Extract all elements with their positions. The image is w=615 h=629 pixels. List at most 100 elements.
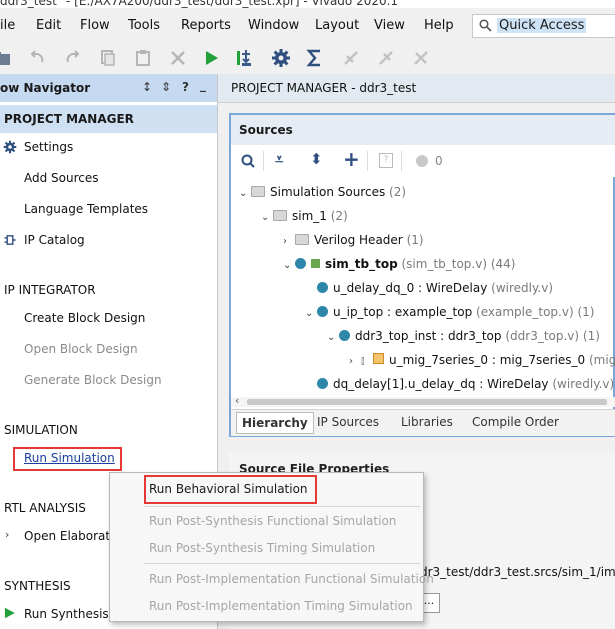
run-icon[interactable]	[201, 48, 221, 68]
module-icon	[317, 282, 328, 293]
menu-tools[interactable]: Tools	[128, 18, 160, 33]
menu-flow[interactable]: Flow	[80, 18, 110, 33]
menu-bar: ile Edit Flow Tools Reports Window Layou…	[0, 8, 615, 43]
chevron-down-icon[interactable]: ⌄	[305, 308, 317, 319]
nav-ip-catalog[interactable]: IP Catalog	[24, 233, 85, 247]
tab-compile-order[interactable]: Compile Order	[472, 415, 559, 429]
tree-row[interactable]: ⌄ sim_tb_top (sim_tb_top.v) (44)	[283, 257, 515, 271]
undo-icon[interactable]	[28, 48, 48, 68]
project-manager-title: PROJECT MANAGER - ddr3_test	[231, 81, 417, 95]
project-manager-bar: PROJECT MANAGER - ddr3_test	[218, 74, 615, 103]
chevron-down-icon[interactable]: ⌄	[261, 212, 273, 223]
help-icon[interactable]: ?	[182, 80, 189, 94]
chevron-down-icon[interactable]: ⌄	[327, 332, 339, 343]
menu-layout[interactable]: Layout	[315, 18, 359, 33]
menu-run-behavioral-simulation[interactable]: Run Behavioral Simulation	[149, 482, 308, 496]
sources-header: Sources	[231, 115, 615, 145]
top-module-icon	[311, 259, 320, 268]
menu-view[interactable]: View	[374, 18, 405, 33]
copy-icon[interactable]	[98, 48, 118, 68]
nav-open-elaborated[interactable]: Open Elaborate	[24, 529, 117, 543]
disabled-2-icon[interactable]	[376, 48, 396, 68]
chevron-down-icon[interactable]: ⌄	[239, 188, 251, 199]
tree-row[interactable]: dq_delay[1].u_delay_dq : WireDelay (wire…	[317, 377, 614, 391]
tree-row[interactable]: ›⫾u_mig_7series_0 : mig_7series_0 (mig_	[349, 353, 615, 368]
ip-core-icon	[373, 353, 384, 364]
nav-simulation[interactable]: SIMULATION	[4, 423, 78, 437]
tree-row[interactable]: › Verilog Header (1)	[283, 233, 424, 247]
menu-run-post-implementation-functional[interactable]: Run Post-Implementation Functional Simul…	[149, 572, 434, 586]
tab-hierarchy[interactable]: Hierarchy	[236, 412, 314, 434]
quick-access-placeholder: Quick Access	[497, 18, 587, 33]
scrollbar-thumb[interactable]	[247, 399, 607, 405]
nav-open-block-design[interactable]: Open Block Design	[24, 342, 138, 356]
window-title-path: - [E:/AX7A200/ddr3_test/ddr3_test.xpr] -…	[66, 0, 399, 8]
sources-toolbar: ⩡ ⬍ + ? 0	[231, 145, 615, 177]
nav-add-sources[interactable]: Add Sources	[24, 171, 99, 185]
chevron-right-icon[interactable]: ›	[349, 356, 361, 367]
gear-icon	[3, 140, 17, 154]
nav-language-templates[interactable]: Language Templates	[24, 202, 148, 216]
window-title: ddr3_test	[0, 0, 57, 8]
menu-edit[interactable]: Edit	[36, 18, 61, 33]
delete-icon[interactable]	[168, 48, 188, 68]
menu-run-post-synthesis-functional[interactable]: Run Post-Synthesis Functional Simulation	[149, 514, 396, 528]
flow-navigator-header: ow Navigator ↕ ⇕ ? _	[0, 74, 217, 102]
menu-run-post-synthesis-timing[interactable]: Run Post-Synthesis Timing Simulation	[149, 541, 375, 555]
horizontal-scrollbar[interactable]: ‹	[231, 394, 615, 407]
tree-row[interactable]: ⌄ ddr3_top_inst : ddr3_top (ddr3_top.v) (…	[327, 329, 600, 343]
tree-row[interactable]: ⌄ Simulation Sources (2)	[239, 185, 406, 199]
nav-create-block-design[interactable]: Create Block Design	[24, 311, 145, 325]
collapse-all-icon[interactable]: ↕	[142, 80, 152, 94]
expand-all-icon[interactable]: ⇕	[161, 80, 171, 94]
source-properties-icon[interactable]: ?	[379, 153, 393, 168]
disabled-1-icon[interactable]	[341, 48, 361, 68]
tree-row[interactable]: u_delay_dq_0 : WireDelay (wiredly.v)	[317, 281, 553, 295]
menu-separator	[144, 506, 420, 507]
nav-run-synthesis[interactable]: Run Synthesis	[24, 607, 109, 621]
expand-all-icon[interactable]: ⬍	[310, 150, 323, 168]
minimize-icon[interactable]: _	[200, 78, 206, 92]
nav-rtl-analysis[interactable]: RTL ANALYSIS	[4, 501, 86, 515]
module-icon	[317, 378, 328, 389]
run-simulation-context-menu: Run Behavioral Simulation Run Post-Synth…	[109, 472, 434, 622]
menu-window[interactable]: Window	[248, 18, 299, 33]
menu-file[interactable]: ile	[0, 18, 15, 33]
scroll-left-icon[interactable]: ‹	[235, 394, 239, 407]
nav-generate-block-design[interactable]: Generate Block Design	[24, 373, 162, 387]
sources-panel: Sources ⩡ ⬍ + ? 0 ⌄ Simulation Sources (2…	[229, 113, 615, 437]
redo-icon[interactable]	[62, 48, 82, 68]
menu-run-post-implementation-timing[interactable]: Run Post-Implementation Timing Simulatio…	[149, 599, 413, 613]
search-icon[interactable]	[241, 154, 255, 168]
collapse-all-icon[interactable]: ⩡	[275, 150, 283, 168]
nav-settings[interactable]: Settings	[24, 140, 73, 154]
nav-run-simulation[interactable]: Run Simulation	[24, 451, 115, 465]
folder-icon	[251, 186, 265, 197]
tree-row[interactable]: ⌄ sim_1 (2)	[261, 209, 348, 223]
menu-separator	[144, 563, 420, 564]
folder-icon	[273, 210, 287, 221]
menu-reports[interactable]: Reports	[181, 18, 231, 33]
program-icon[interactable]	[234, 48, 254, 68]
disabled-3-icon[interactable]	[411, 48, 431, 68]
nav-project-manager-label: PROJECT MANAGER	[4, 112, 134, 126]
tree-row[interactable]: ⌄ u_ip_top : example_top (example_top.v) …	[305, 305, 594, 319]
tab-libraries[interactable]: Libraries	[401, 415, 453, 429]
module-icon	[295, 258, 306, 269]
tab-ip-sources[interactable]: IP Sources	[317, 415, 379, 429]
add-source-icon[interactable]: +	[343, 147, 360, 171]
source-file-path: dr3_test/ddr3_test.srcs/sim_1/impo	[420, 565, 615, 579]
nav-ip-integrator[interactable]: IP INTEGRATOR	[4, 283, 96, 297]
chevron-down-icon[interactable]: ⌄	[283, 260, 295, 271]
folder-icon[interactable]	[0, 48, 12, 68]
paste-icon[interactable]	[133, 48, 153, 68]
nav-synthesis[interactable]: SYNTHESIS	[4, 579, 71, 593]
quick-access-input[interactable]: Quick Access	[472, 14, 615, 38]
ip-catalog-icon	[4, 235, 16, 245]
nav-project-manager[interactable]: PROJECT MANAGER	[0, 105, 217, 133]
menu-help[interactable]: Help	[424, 18, 454, 33]
sigma-icon[interactable]	[305, 48, 325, 68]
settings-icon[interactable]	[271, 48, 291, 68]
chevron-right-icon[interactable]: ›	[5, 528, 9, 541]
chevron-right-icon[interactable]: ›	[283, 236, 295, 247]
